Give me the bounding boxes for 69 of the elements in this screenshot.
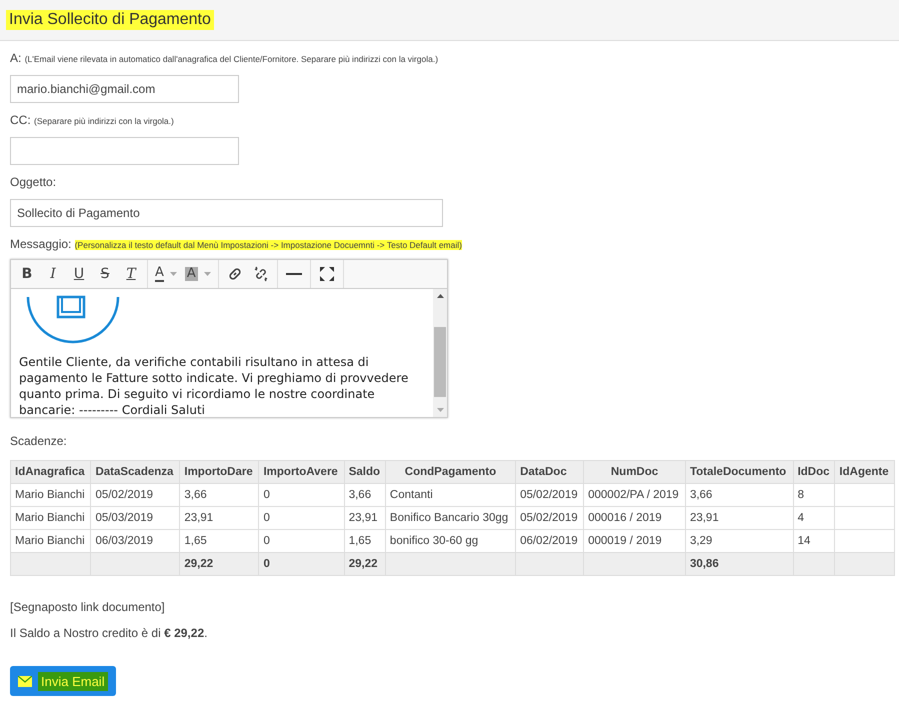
- field-hint: (Personalizza il testo default dal Menù Impostazioni -> Impostazione Docuemnti -> Testo Default email): [74, 240, 462, 250]
- caret-icon: [204, 272, 211, 276]
- field-label: A:: [10, 51, 22, 65]
- section-label: Scadenze:: [10, 434, 67, 448]
- table-cell: 05/02/2019: [516, 484, 584, 506]
- total-cell: 29,22: [180, 552, 259, 576]
- table-cell: 23,91: [344, 506, 386, 530]
- field-hint: (L'Email viene rilevata in automatico dall'anagrafica del Cliente/Fornitore. Separare più indirizzi con la virgola.): [24, 54, 438, 64]
- total-cell: 0: [258, 552, 344, 576]
- column-header: TotaleDocumento: [685, 460, 794, 484]
- column-header: Saldo: [344, 460, 386, 484]
- column-header: IdDoc: [793, 460, 835, 484]
- table-cell: [834, 484, 894, 506]
- format-button[interactable]: B: [14, 262, 40, 286]
- table-cell: 000016 / 2019: [584, 506, 686, 530]
- balance-text: Il Saldo a Nostro credito è di € 29,22.: [10, 626, 208, 640]
- format-button[interactable]: S: [92, 262, 118, 286]
- column-header: DataDoc: [516, 460, 584, 484]
- maximize-icon: [318, 266, 335, 282]
- table-cell: 05/02/2019: [516, 506, 584, 530]
- input-field[interactable]: Sollecito di Pagamento: [10, 199, 443, 227]
- input-field[interactable]: [10, 137, 239, 165]
- table-cell: 8: [793, 484, 835, 506]
- table-cell: 3,66: [344, 484, 386, 506]
- color-button[interactable]: A: [180, 262, 215, 286]
- table-cell: [834, 506, 894, 530]
- horizontal-line-icon: [286, 273, 302, 275]
- input-field[interactable]: mario.bianchi@gmail.com: [10, 75, 239, 103]
- field-label: Oggetto:: [10, 175, 56, 189]
- format-button[interactable]: T: [118, 262, 144, 286]
- field-label: CC:: [10, 113, 31, 127]
- caret-icon: [170, 272, 177, 276]
- message-text: Gentile Cliente, da verifiche contabili risultano in attesa di pagamento le Fatture sotto indicate. Vi preghiamo di provvedere quanto prima. Di seguito vi ricordiamo le nostre coordinate bancarie: --------- Cordiali Saluti: [19, 354, 410, 417]
- field-label: Messaggio:: [10, 237, 72, 251]
- link-icon: [226, 266, 243, 282]
- column-header: DataScadenza: [90, 460, 180, 484]
- unlink-icon: [252, 266, 269, 282]
- table-cell: 23,91: [180, 506, 259, 530]
- table-cell: 05/02/2019: [90, 484, 180, 506]
- table-cell: 23,91: [685, 506, 794, 530]
- table-cell: 0: [258, 484, 344, 506]
- total-cell: 29,22: [344, 552, 386, 576]
- page-title: Invia Sollecito di Pagamento: [6, 10, 214, 30]
- table-cell: 0: [258, 506, 344, 530]
- column-header: NumDoc: [584, 460, 686, 484]
- table-cell: 05/03/2019: [90, 506, 180, 530]
- placeholder-text: [Segnaposto link documento]: [10, 600, 166, 614]
- format-button[interactable]: I: [40, 262, 66, 286]
- format-button[interactable]: U: [66, 262, 92, 286]
- table-cell: 4: [793, 506, 835, 530]
- total-cell: 30,86: [685, 552, 794, 576]
- column-header: ImportoDare: [180, 460, 259, 484]
- rich-text-editor[interactable]: [10, 259, 448, 418]
- scrollbar[interactable]: [433, 289, 447, 417]
- column-header: ImportoAvere: [258, 460, 344, 484]
- scroll-up-icon[interactable]: [436, 294, 444, 298]
- table-cell: Mario Bianchi: [10, 506, 91, 530]
- table-cell: 3,66: [180, 484, 259, 506]
- table-cell: Mario Bianchi: [10, 484, 91, 506]
- color-button[interactable]: A: [151, 262, 181, 286]
- column-header: IdAnagrafica: [10, 460, 91, 484]
- envelope-icon: [18, 676, 32, 686]
- table-cell: Bonifico Bancario 30gg: [385, 506, 516, 530]
- table-cell: 000002/PA / 2019: [584, 484, 686, 506]
- table-cell: 3,66: [685, 484, 794, 506]
- column-header: IdAgente: [834, 460, 894, 484]
- field-hint: (Separare più indirizzi con la virgola.): [34, 116, 174, 126]
- table-cell: Contanti: [385, 484, 516, 506]
- column-header: CondPagamento: [385, 460, 516, 484]
